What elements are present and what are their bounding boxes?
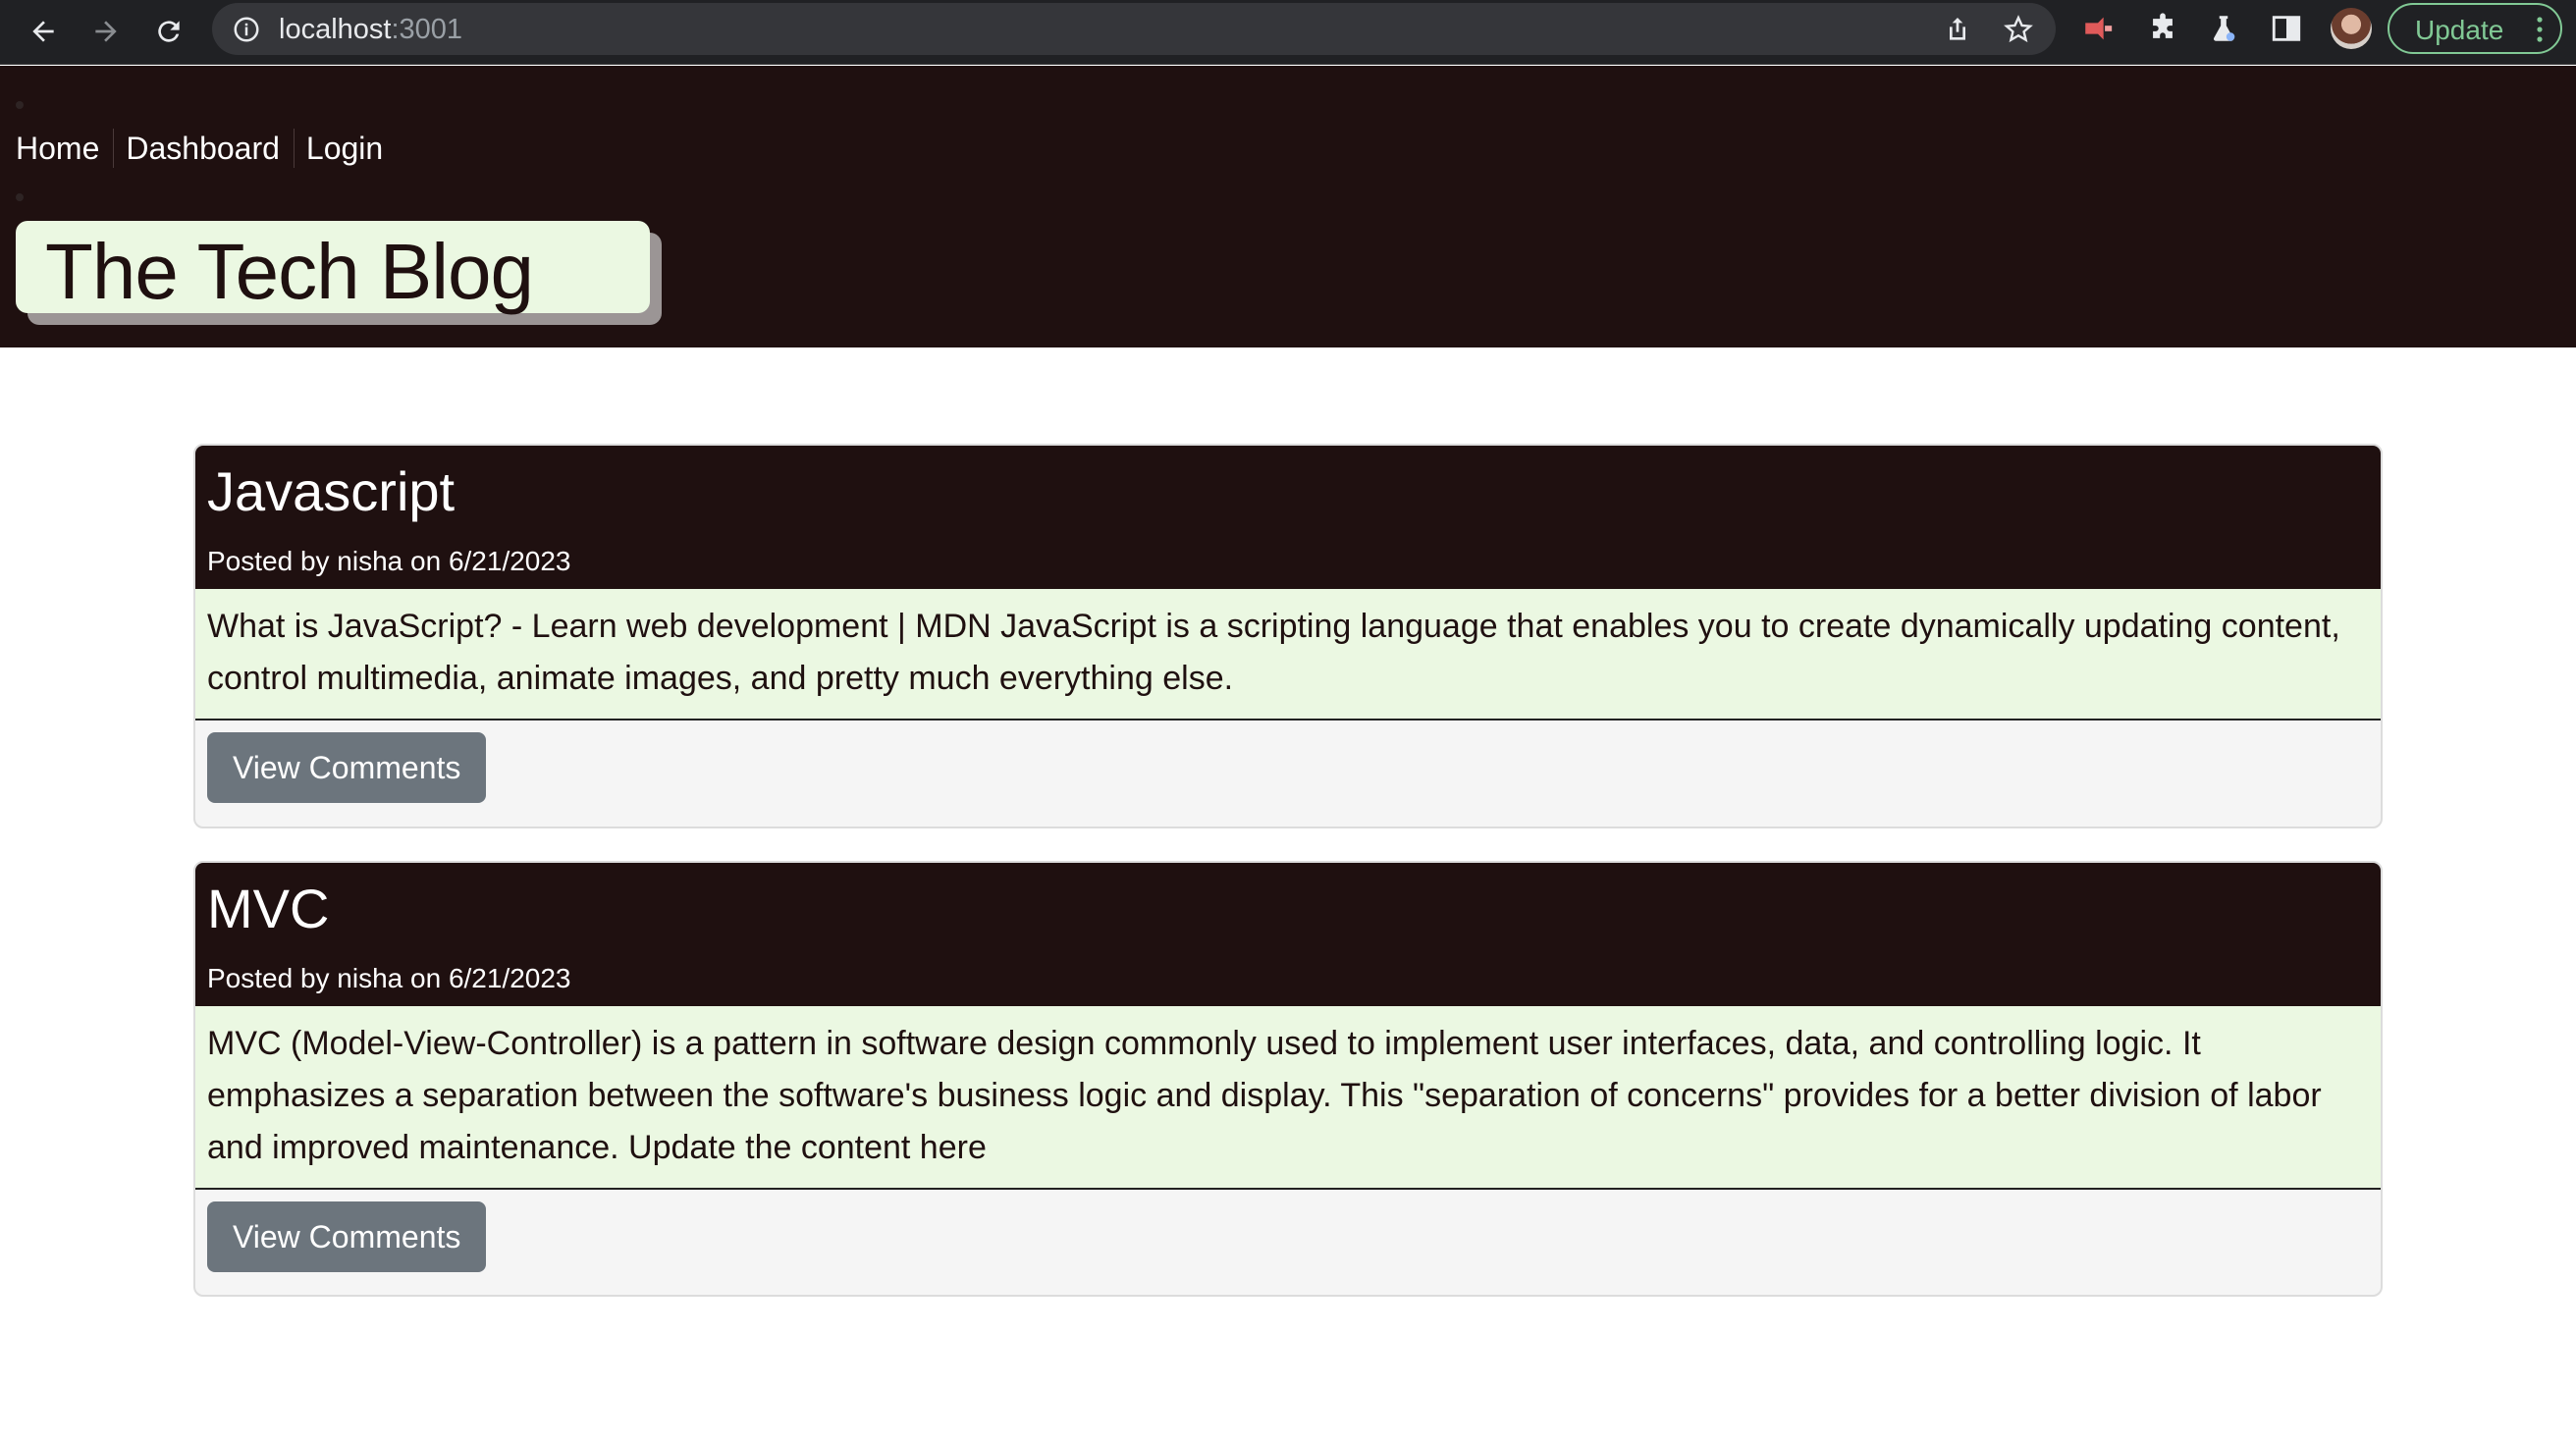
view-comments-button[interactable]: View Comments bbox=[207, 1201, 487, 1272]
share-icon[interactable] bbox=[1942, 14, 1973, 45]
reload-button[interactable] bbox=[145, 8, 192, 55]
nav-bullet-dot bbox=[16, 193, 24, 201]
update-label: Update bbox=[2415, 15, 2504, 45]
site-info-icon[interactable] bbox=[232, 15, 261, 44]
nav-link-home[interactable]: Home bbox=[16, 129, 115, 168]
puzzle-extensions-icon[interactable] bbox=[2146, 12, 2179, 45]
reload-icon bbox=[158, 21, 180, 42]
update-button[interactable]: Update bbox=[2388, 3, 2562, 54]
labs-flask-icon[interactable] bbox=[2207, 12, 2240, 45]
post-footer: View Comments bbox=[195, 1190, 2381, 1284]
bookmark-star-icon[interactable] bbox=[2003, 14, 2034, 45]
forward-button[interactable] bbox=[82, 8, 130, 55]
url-text: localhost:3001 bbox=[279, 13, 462, 46]
post-footer: View Comments bbox=[195, 720, 2381, 815]
profile-avatar[interactable] bbox=[2331, 8, 2372, 49]
address-bar[interactable]: localhost:3001 bbox=[212, 3, 2056, 55]
logo-box: The Tech Blog bbox=[16, 221, 650, 313]
view-comments-button[interactable]: View Comments bbox=[207, 732, 487, 803]
nav-link-login[interactable]: Login bbox=[306, 129, 397, 168]
post-body: MVC (Model-View-Controller) is a pattern… bbox=[195, 1006, 2381, 1190]
site-header: Home Dashboard Login The Tech Blog bbox=[0, 66, 2576, 347]
back-button[interactable] bbox=[20, 8, 67, 55]
post-title[interactable]: MVC bbox=[207, 877, 2369, 941]
browser-toolbar: localhost:3001 Update bbox=[0, 0, 2576, 65]
site-logo: The Tech Blog bbox=[16, 221, 662, 325]
side-panel-icon[interactable] bbox=[2270, 12, 2303, 45]
post-body: What is JavaScript? - Learn web developm… bbox=[195, 589, 2381, 720]
post-header: Javascript Posted by nisha on 6/21/2023 bbox=[195, 446, 2381, 589]
url-port: :3001 bbox=[391, 14, 463, 45]
url-host: localhost bbox=[279, 14, 392, 45]
main-nav: Home Dashboard Login bbox=[16, 129, 408, 168]
post-header: MVC Posted by nisha on 6/21/2023 bbox=[195, 863, 2381, 1006]
post-meta: Posted by nisha on 6/21/2023 bbox=[207, 963, 571, 993]
more-menu-icon[interactable] bbox=[2537, 17, 2543, 42]
back-arrow-icon bbox=[32, 21, 54, 42]
nav-link-dashboard[interactable]: Dashboard bbox=[126, 129, 295, 168]
post-title[interactable]: Javascript bbox=[207, 459, 2369, 524]
forward-arrow-icon bbox=[95, 21, 117, 42]
post-card: Javascript Posted by nisha on 6/21/2023 … bbox=[193, 444, 2383, 828]
nav-bullet-dot bbox=[16, 101, 24, 109]
site-title: The Tech Blog bbox=[45, 228, 534, 315]
post-card: MVC Posted by nisha on 6/21/2023 MVC (Mo… bbox=[193, 861, 2383, 1297]
post-meta: Posted by nisha on 6/21/2023 bbox=[207, 546, 571, 576]
extension-red-icon[interactable] bbox=[2081, 12, 2115, 45]
